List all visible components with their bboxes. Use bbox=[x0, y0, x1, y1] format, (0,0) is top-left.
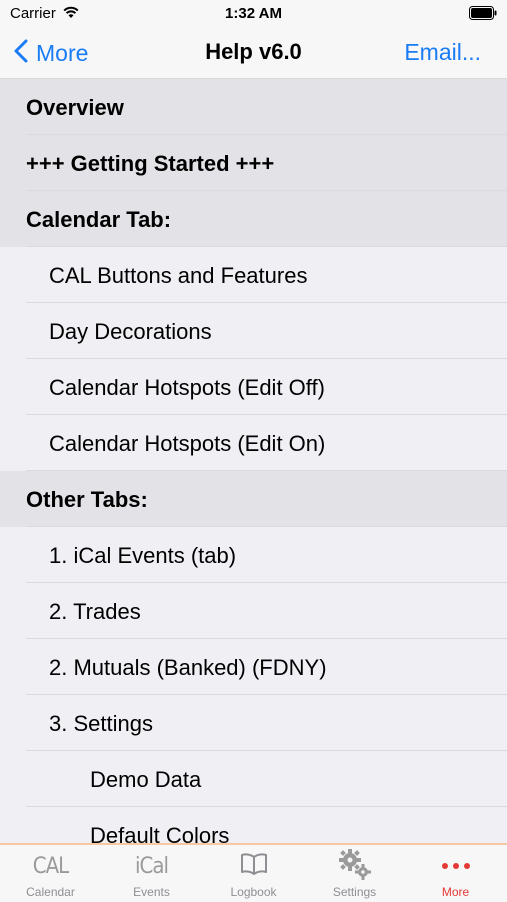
tab-label: Settings bbox=[332, 885, 377, 899]
topic-row-ical-events[interactable]: 1. iCal Events (tab) bbox=[0, 527, 507, 583]
topic-row-settings[interactable]: 3. Settings bbox=[0, 695, 507, 751]
topic-row-demo-data[interactable]: Demo Data bbox=[0, 751, 507, 807]
chevron-left-icon bbox=[14, 39, 28, 68]
email-button[interactable]: Email... bbox=[404, 39, 481, 66]
more-dots-icon bbox=[441, 857, 471, 875]
topic-row-hotspots-edit-off[interactable]: Calendar Hotspots (Edit Off) bbox=[0, 359, 507, 415]
topic-row-mutuals[interactable]: 2. Mutuals (Banked) (FDNY) bbox=[0, 639, 507, 695]
tab-label: Logbook bbox=[230, 885, 277, 899]
section-header-overview[interactable]: Overview bbox=[0, 79, 507, 135]
row-label: Calendar Hotspots (Edit On) bbox=[49, 431, 326, 456]
tab-settings[interactable]: Settings bbox=[304, 845, 405, 902]
tab-label: Calendar bbox=[26, 885, 75, 899]
row-label: +++ Getting Started +++ bbox=[26, 151, 275, 176]
row-label: Default Colors bbox=[90, 823, 230, 843]
tab-logbook[interactable]: Logbook bbox=[203, 845, 304, 902]
row-label: Other Tabs: bbox=[26, 487, 148, 512]
cal-text-icon: CAL bbox=[32, 853, 69, 879]
row-label: 3. Settings bbox=[49, 711, 153, 736]
row-label: Calendar Hotspots (Edit Off) bbox=[49, 375, 325, 400]
navigation-bar: More Help v6.0 Email... bbox=[0, 28, 507, 79]
tab-label: Events bbox=[133, 885, 170, 899]
row-label: CAL Buttons and Features bbox=[49, 263, 308, 288]
gears-icon bbox=[337, 848, 373, 885]
row-label: Day Decorations bbox=[49, 319, 212, 344]
back-label: More bbox=[36, 39, 89, 66]
topic-row-day-decorations[interactable]: Day Decorations bbox=[0, 303, 507, 359]
section-header-getting-started[interactable]: +++ Getting Started +++ bbox=[0, 135, 507, 191]
row-label: 2. Trades bbox=[49, 599, 141, 624]
topic-row-cal-buttons[interactable]: CAL Buttons and Features bbox=[0, 247, 507, 303]
battery-icon bbox=[469, 6, 497, 25]
section-header-calendar-tab[interactable]: Calendar Tab: bbox=[0, 191, 507, 247]
back-button[interactable]: More bbox=[14, 36, 88, 70]
topic-row-hotspots-edit-on[interactable]: Calendar Hotspots (Edit On) bbox=[0, 415, 507, 471]
ical-text-icon: iCal bbox=[135, 853, 169, 879]
tab-bar: CAL Calendar iCal Events Logbook Setting… bbox=[0, 843, 507, 902]
tab-label: More bbox=[441, 885, 470, 899]
status-time: 1:32 AM bbox=[225, 5, 282, 22]
row-label: Overview bbox=[26, 95, 124, 120]
help-topics-list[interactable]: Overview +++ Getting Started +++ Calenda… bbox=[0, 79, 507, 843]
tab-more[interactable]: More bbox=[405, 845, 506, 902]
row-label: Calendar Tab: bbox=[26, 207, 172, 232]
status-bar: Carrier 1:32 AM bbox=[0, 0, 507, 28]
book-icon bbox=[240, 852, 268, 880]
section-header-other-tabs[interactable]: Other Tabs: bbox=[0, 471, 507, 527]
topic-row-default-colors[interactable]: Default Colors bbox=[0, 807, 507, 843]
row-label: 1. iCal Events (tab) bbox=[49, 543, 237, 568]
topic-row-trades[interactable]: 2. Trades bbox=[0, 583, 507, 639]
row-label: 2. Mutuals (Banked) (FDNY) bbox=[49, 655, 327, 680]
tab-calendar[interactable]: CAL Calendar bbox=[0, 845, 101, 902]
tab-events[interactable]: iCal Events bbox=[101, 845, 202, 902]
row-label: Demo Data bbox=[90, 767, 202, 792]
